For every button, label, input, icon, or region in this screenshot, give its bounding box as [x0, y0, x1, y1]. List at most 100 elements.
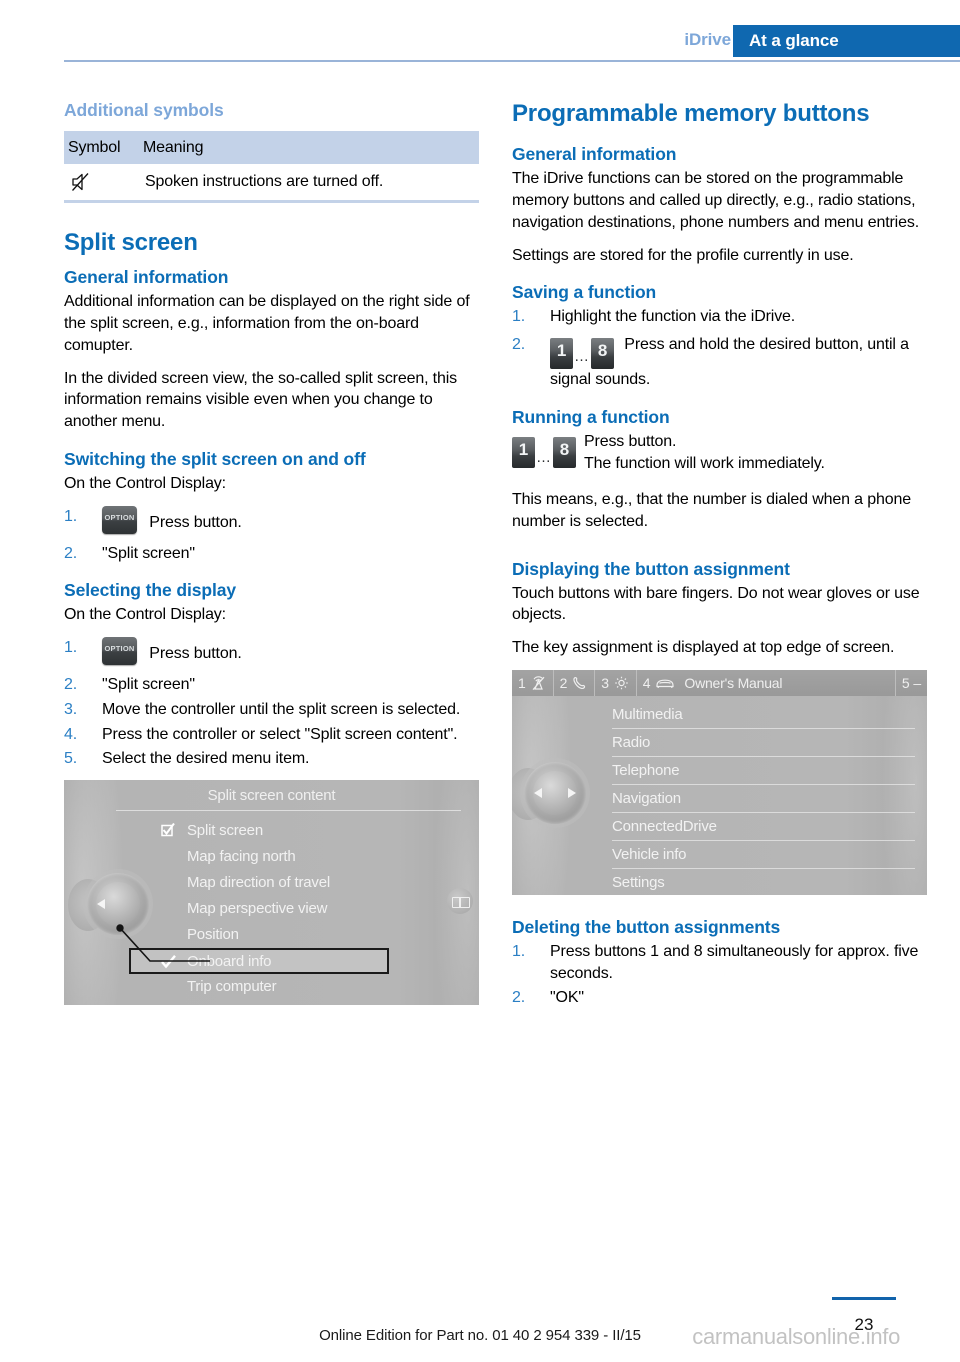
list-item: 2. "Split screen"	[64, 543, 479, 565]
symbols-cell-icon	[64, 171, 145, 193]
telephone-icon	[571, 675, 588, 691]
page-header: iDrive At a glance	[0, 0, 960, 64]
list-item: 1. OPTION Press button.	[64, 637, 479, 671]
paragraph-right-general-1: The iDrive functions can be stored on th…	[512, 170, 919, 231]
page-title-split-screen: Split screen	[64, 229, 198, 256]
list-item: 5. Select the desired menu item.	[64, 748, 479, 770]
list-item: 1. Highlight the function via the iDrive…	[512, 306, 927, 328]
step-text: Press button.	[149, 645, 242, 663]
step-number: 2.	[512, 989, 526, 1007]
running-a-function-block: 1 … 8 Press button. The function will wo…	[512, 431, 927, 489]
header-banner-label: At a glance	[749, 31, 839, 50]
option-button-label: OPTION	[104, 512, 135, 522]
paragraph-general-2: In the divided screen view, the so-calle…	[64, 369, 457, 431]
topbar-slot-3-number: 3	[601, 674, 609, 691]
heading-deleting-button-assignments: Deleting the button assignments	[512, 916, 781, 937]
topbar-slot-5-number: 5	[901, 674, 910, 691]
topbar-slot-5[interactable]: 5 –	[896, 670, 927, 696]
ellipsis-dots: …	[574, 347, 590, 365]
idrive-menu-list: Multimedia Radio Telephone Navigation Co…	[612, 701, 915, 895]
step-number: 1.	[64, 639, 78, 657]
step-text: Press buttons 1 and 8 simultaneously for…	[550, 942, 919, 982]
step-text: "OK"	[550, 989, 584, 1007]
list-item[interactable]: Radio	[612, 729, 915, 757]
header-divider	[64, 60, 960, 62]
symbols-table-header-row: Symbol Meaning	[64, 131, 479, 164]
additional-symbols-heading: Additional symbols	[64, 100, 224, 120]
list-item: 2. "OK"	[512, 987, 927, 1009]
list-item: 2. "Split screen"	[64, 674, 479, 696]
topbar-slot-5-label: –	[913, 674, 921, 691]
heading-running-a-function: Running a function	[512, 407, 670, 428]
paragraph-right-general-2: Settings are stored for the profile curr…	[512, 246, 854, 264]
steps-saving: 1. Highlight the function via the iDrive…	[512, 306, 927, 391]
right-column: Programmable memory buttons General info…	[512, 100, 927, 1019]
memory-button-1-icon[interactable]: 1	[550, 338, 573, 370]
step-number: 2.	[64, 676, 78, 694]
heading-general-information-right: General information	[512, 144, 677, 165]
memory-button-1-label: 1	[556, 341, 567, 361]
symbols-table: Symbol Meaning Spoken instructions are t…	[64, 131, 479, 203]
heading-selecting-display: Selecting the display	[64, 580, 236, 601]
ellipsis-dots: …	[536, 449, 552, 467]
symbols-column-header-symbol: Symbol	[68, 138, 121, 156]
list-item-label: Telephone	[612, 761, 680, 779]
paragraph-displaying-2: The key assignment is displayed at top e…	[512, 639, 895, 657]
list-item-label: Vehicle info	[612, 845, 687, 863]
memory-buttons-range-icon[interactable]: 1 … 8	[550, 338, 614, 370]
memory-button-8-label: 8	[559, 440, 570, 460]
heading-displaying-button-assignment: Displaying the button assignment	[512, 558, 790, 579]
topbar-slot-2[interactable]: 2	[554, 669, 596, 696]
car-icon	[654, 675, 676, 691]
option-button-icon[interactable]: OPTION	[102, 637, 137, 666]
memory-button-8-icon[interactable]: 8	[553, 437, 576, 469]
list-item[interactable]: Vehicle info	[612, 841, 915, 869]
idrive-controller-knob[interactable]	[524, 761, 586, 824]
memory-button-1-icon[interactable]: 1	[512, 437, 535, 469]
page-title-programmable-memory-buttons: Programmable memory buttons	[512, 100, 870, 127]
step-text: Select the desired menu item.	[102, 750, 310, 768]
step-text: Highlight the function via the iDrive.	[550, 308, 796, 326]
step-text: Press the controller or select "Split sc…	[102, 725, 458, 743]
left-column: Additional symbols Symbol Meaning Spoken…	[64, 100, 479, 1006]
memory-button-8-label: 8	[597, 341, 608, 361]
list-item: 3. Move the controller until the split s…	[64, 699, 479, 721]
paragraph-general-1: Additional information can be displayed …	[64, 293, 470, 354]
list-item: 2. 1 … 8 Press and hold the desired butt…	[512, 334, 927, 391]
topbar-slot-1[interactable]: 1	[512, 669, 554, 696]
list-item[interactable]: Telephone	[612, 757, 915, 785]
memory-button-8-icon[interactable]: 8	[591, 338, 614, 370]
header-section-label: iDrive	[684, 30, 731, 49]
steps-switching: 1. OPTION Press button. 2. "Split screen…	[64, 505, 479, 565]
memory-buttons-range-icon[interactable]: 1 … 8	[512, 437, 576, 469]
memory-button-1-label: 1	[518, 440, 529, 460]
list-item: 1. OPTION Press button.	[64, 505, 479, 540]
topbar-slot-3[interactable]: 3	[595, 669, 637, 696]
watermark: carmanualsonline.info	[692, 1324, 900, 1349]
step-text: Move the controller until the split scre…	[102, 700, 461, 718]
steps-deleting: 1. Press buttons 1 and 8 simultaneously …	[512, 941, 927, 1009]
option-button-label: OPTION	[104, 644, 135, 654]
idrive-status-bar: 1 2 3 4 Owner's Manual 5 –	[512, 669, 927, 696]
list-item-label: Multimedia	[612, 705, 683, 723]
steps-selecting: 1. OPTION Press button. 2. "Split screen…	[64, 637, 479, 770]
list-item[interactable]: ConnectedDrive	[612, 813, 915, 841]
symbols-column-header-meaning: Meaning	[143, 138, 204, 156]
list-item-label: Radio	[612, 733, 651, 751]
list-item[interactable]: Settings	[612, 869, 915, 895]
list-item[interactable]: Multimedia	[612, 701, 915, 729]
list-item[interactable]: Navigation	[612, 785, 915, 813]
page-number-rule	[832, 1297, 896, 1300]
paragraph-running: This means, e.g., that the number is dia…	[512, 491, 911, 530]
running-result-text: The function will work immediately.	[584, 454, 825, 472]
topbar-slot-4[interactable]: 4 Owner's Manual	[637, 669, 896, 696]
step-number: 3.	[64, 700, 78, 718]
step-number: 1.	[64, 507, 78, 525]
option-button-icon[interactable]: OPTION	[102, 505, 137, 534]
paragraph-selecting-intro: On the Control Display:	[64, 606, 226, 624]
mute-speaker-icon	[70, 171, 94, 193]
topbar-owners-manual-label: Owner's Manual	[684, 674, 783, 691]
topbar-slot-4-number: 4	[642, 674, 651, 691]
step-number: 2.	[512, 336, 526, 354]
arrow-left-icon	[534, 787, 542, 798]
